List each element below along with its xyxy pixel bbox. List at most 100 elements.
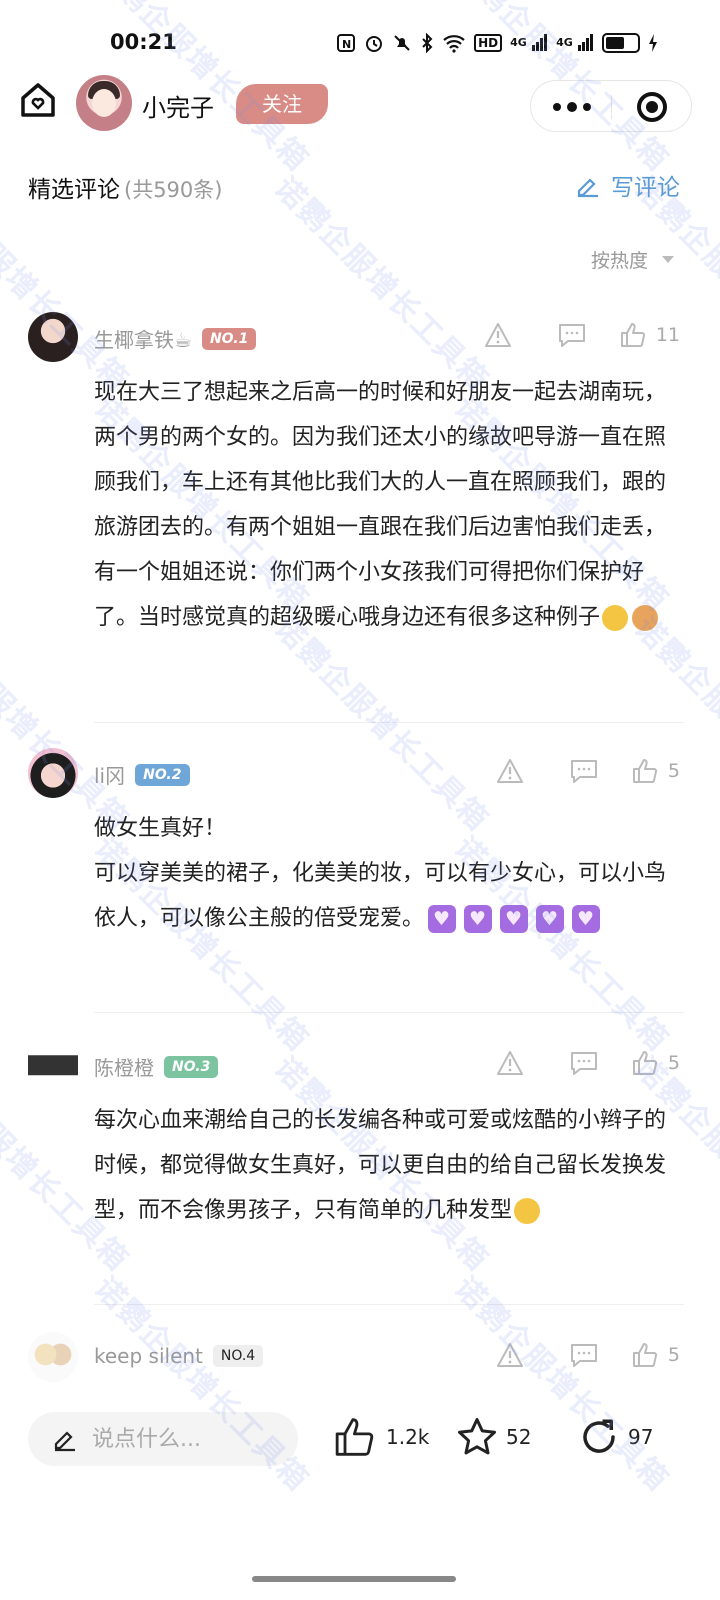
target-icon[interactable] <box>637 92 667 122</box>
favorite-count: 52 <box>506 1425 532 1449</box>
like-count: 5 <box>667 760 680 782</box>
section-title-label: 精选评论 <box>28 177 120 203</box>
status-time: 00:21 <box>110 30 177 54</box>
commenter-name[interactable]: 生椰拿铁☕ <box>94 324 192 353</box>
chevron-down-icon <box>662 256 674 263</box>
share-icon <box>583 1419 615 1453</box>
alarm-icon <box>364 33 384 53</box>
mute-icon <box>392 33 412 53</box>
section-title: 精选评论 (共590条) <box>28 170 222 204</box>
sort-dropdown[interactable]: 按热度 <box>591 246 674 273</box>
comment-input-box[interactable] <box>28 1412 298 1466</box>
rank-badge: NO.1 <box>201 327 257 350</box>
divider <box>94 1304 684 1305</box>
thumbs-up-icon <box>632 758 660 784</box>
hd-icon: HD <box>474 34 503 52</box>
thumbs-up-icon <box>620 322 648 348</box>
pen-icon <box>54 1431 75 1452</box>
rank-badge: NO.4 <box>212 1345 264 1367</box>
bottom-action-bar: 1.2k 52 97 <box>0 1398 720 1484</box>
report-icon[interactable] <box>496 1342 524 1368</box>
comment-text: 现在大三了想起来之后高一的时候和好朋友一起去湖南玩，两个男的两个女的。因为我们还… <box>94 370 684 640</box>
author-name[interactable]: 小完子 <box>142 88 214 123</box>
commenter-name[interactable]: 陈橙橙 <box>94 1052 154 1081</box>
charging-icon <box>648 33 658 53</box>
grin-emoji-icon <box>514 1198 541 1224</box>
wifi-icon <box>442 33 466 53</box>
commenter-avatar[interactable] <box>28 1040 78 1090</box>
comment-actions: 5 <box>496 758 680 784</box>
commenter-name[interactable]: li冈 <box>94 760 125 789</box>
like-button[interactable]: 11 <box>620 322 680 348</box>
share-button[interactable]: 97 <box>578 1416 653 1458</box>
sort-label: 按热度 <box>590 250 648 272</box>
post-like-count: 1.2k <box>386 1425 430 1449</box>
commenter-avatar[interactable] <box>28 748 78 798</box>
like-button[interactable]: 5 <box>632 1342 680 1368</box>
like-button[interactable]: 5 <box>632 758 680 784</box>
thumbs-up-icon <box>632 1342 660 1368</box>
share-count: 97 <box>628 1425 654 1449</box>
reply-icon[interactable] <box>558 323 586 347</box>
reply-icon[interactable] <box>570 759 598 783</box>
mini-program-capsule <box>530 80 692 132</box>
status-icons: N HD 4G 4G <box>336 32 658 54</box>
bluetooth-icon <box>420 32 434 54</box>
divider <box>94 1012 684 1013</box>
signal-icon-2: 4G <box>556 33 594 53</box>
svg-text:N: N <box>342 38 351 51</box>
commenter-name-row: li冈 NO.2 <box>94 760 190 789</box>
watermark-text: 诺鹦企服增长工具箱 <box>267 170 496 399</box>
star-icon <box>458 1418 496 1455</box>
comment-input[interactable] <box>92 1420 282 1458</box>
comment-body: 现在大三了想起来之后高一的时候和好朋友一起去湖南玩，两个男的两个女的。因为我们还… <box>94 380 667 630</box>
top-navigation: 小完子 关注 <box>0 72 720 138</box>
post-like-button[interactable]: 1.2k <box>334 1416 429 1458</box>
report-icon[interactable] <box>484 322 512 348</box>
favorite-button[interactable]: 52 <box>456 1416 531 1458</box>
comment-actions: 11 <box>484 322 680 348</box>
home-icon[interactable] <box>18 80 58 120</box>
write-comment-button[interactable]: 写评论 <box>575 168 680 202</box>
commenter-name-row: 陈橙橙 NO.3 <box>94 1052 219 1081</box>
battery-icon <box>602 33 640 53</box>
rank-badge: NO.3 <box>164 1055 219 1078</box>
like-count: 5 <box>667 1052 680 1074</box>
comment-body-line: 做女生真好！ <box>94 816 227 841</box>
like-count: 5 <box>667 1344 680 1366</box>
girl-emoji-icon <box>632 605 659 631</box>
report-icon[interactable] <box>496 758 524 784</box>
commenter-name-row: keep silent NO.4 <box>94 1344 264 1368</box>
more-icon[interactable] <box>553 102 597 112</box>
purple-heart-icon <box>536 905 565 933</box>
reply-icon[interactable] <box>570 1343 598 1367</box>
pen-icon <box>577 178 598 198</box>
like-button[interactable]: 5 <box>632 1050 680 1076</box>
commenter-name-row: 生椰拿铁☕ NO.1 <box>94 324 257 353</box>
reply-icon[interactable] <box>570 1051 598 1075</box>
purple-heart-icon <box>572 905 601 933</box>
follow-button[interactable]: 关注 <box>236 84 328 124</box>
comment-actions: 5 <box>496 1342 680 1368</box>
thumbs-up-icon <box>632 1050 660 1076</box>
comment-body: 每次心血来潮给自己的长发编各种或可爱或炫酷的小辫子的时候，都觉得做女生真好，可以… <box>94 1108 667 1223</box>
comment-count: (共590条) <box>124 178 223 202</box>
home-indicator[interactable] <box>252 1576 456 1582</box>
rank-badge: NO.2 <box>135 763 190 786</box>
commenter-name[interactable]: keep silent <box>94 1344 203 1368</box>
comment-actions: 5 <box>496 1050 680 1076</box>
purple-heart-icon <box>428 905 457 933</box>
report-icon[interactable] <box>496 1050 524 1076</box>
signal-icon: 4G <box>510 33 548 53</box>
purple-heart-icon <box>464 905 493 933</box>
purple-heart-icon <box>500 905 529 933</box>
divider <box>94 722 684 723</box>
thumbs-up-icon <box>335 1418 374 1456</box>
commenter-avatar[interactable] <box>28 1332 78 1382</box>
write-comment-label: 写评论 <box>611 175 680 201</box>
like-count: 11 <box>655 324 680 346</box>
commenter-avatar[interactable] <box>28 312 78 362</box>
author-avatar[interactable] <box>76 75 132 131</box>
thinking-emoji-icon <box>602 605 629 631</box>
nfc-icon: N <box>336 33 356 53</box>
